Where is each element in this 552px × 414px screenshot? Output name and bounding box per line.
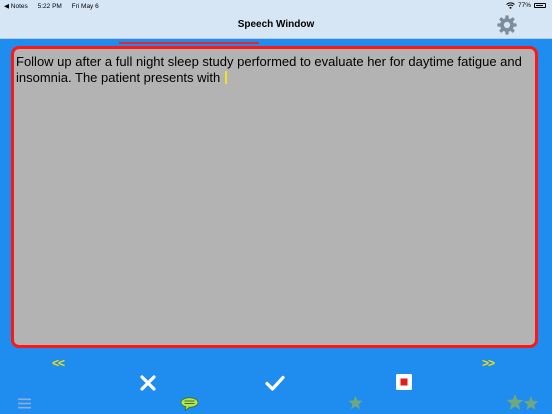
dictation-text-area[interactable]: Follow up after a full night sleep study… [11,46,538,348]
wifi-icon [506,2,515,9]
text-cursor [225,71,228,84]
chat-icon[interactable] [180,397,199,411]
double-star-icon[interactable] [505,393,541,411]
next-button[interactable]: >> [482,356,495,370]
battery-percent: 77% [517,2,531,9]
gear-icon[interactable] [496,14,518,36]
nav-bar: Speech Window [0,12,552,39]
stop-icon[interactable] [396,374,412,390]
battery-icon [534,3,546,8]
confirm-icon[interactable] [265,375,285,391]
status-bar: ◀ Notes 5:22 PM Fri May 6 77% [0,0,552,12]
cancel-icon[interactable] [139,374,157,392]
back-to-app-link[interactable]: ◀ Notes [4,3,28,10]
page-title: Speech Window [237,19,315,30]
star-icon[interactable] [347,395,364,410]
menu-icon[interactable] [18,398,31,409]
status-date: Fri May 6 [71,3,99,10]
dictation-text: Follow up after a full night sleep study… [16,54,522,85]
status-time: 5:22 PM [37,3,62,10]
dictation-paragraph: Follow up after a full night sleep study… [16,54,533,86]
previous-button[interactable]: << [52,356,65,370]
accent-underline [119,42,259,44]
